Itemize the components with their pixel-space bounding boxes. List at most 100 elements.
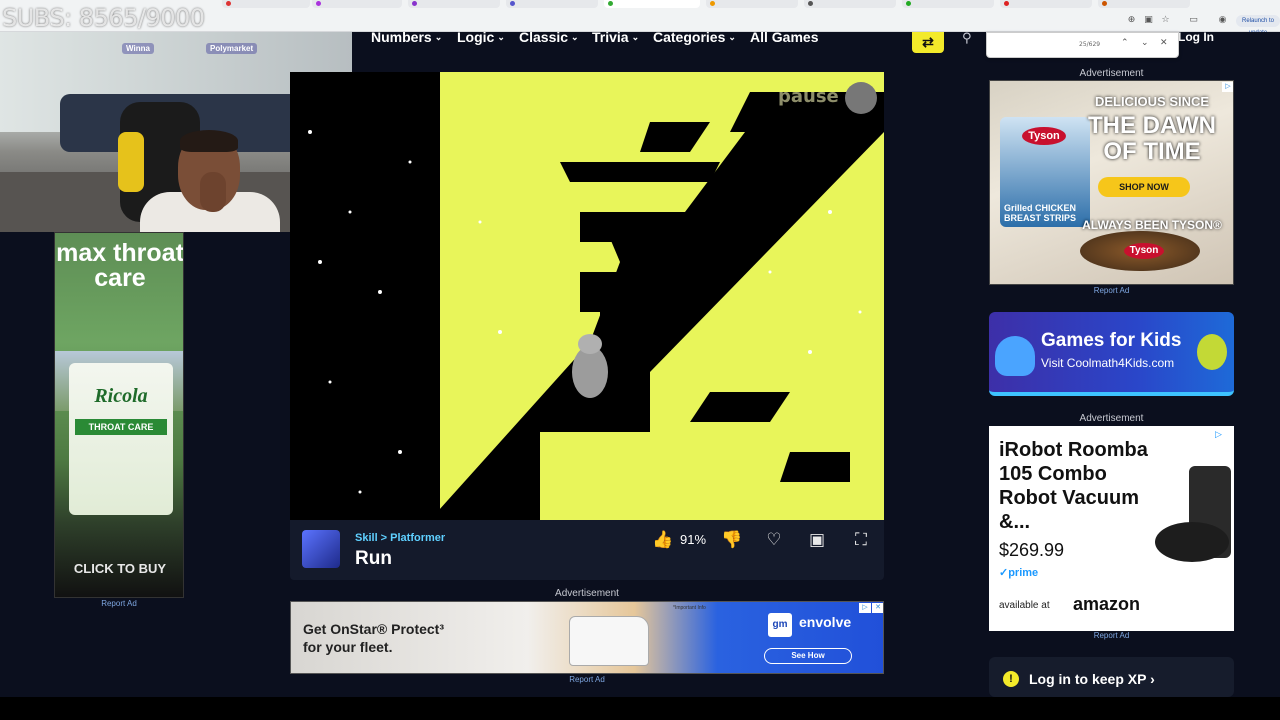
relaunch-button[interactable]: Relaunch to update — [1236, 15, 1280, 36]
theater-mode-icon[interactable]: ▣ — [806, 530, 828, 550]
webcam-person-hand — [200, 172, 226, 212]
find-bar[interactable]: 25/629 ⌃ ⌄ ✕ — [986, 32, 1179, 58]
coolmath4kids-banner[interactable]: Games for Kids Visit Coolmath4Kids.com — [989, 312, 1234, 396]
browser-tab[interactable] — [312, 0, 402, 8]
browser-tab[interactable] — [706, 0, 798, 8]
report-ad-link[interactable]: Report Ad — [989, 286, 1234, 295]
pause-button[interactable] — [845, 82, 877, 114]
prime-badge: ✓prime — [999, 567, 1039, 579]
adchoices-icon[interactable]: ▷ — [1222, 82, 1233, 92]
onstar-ad[interactable]: Get OnStar® Protect³ for your fleet. *Imp… — [290, 601, 884, 674]
nav-label: Trivia — [592, 29, 629, 45]
ad-info: *Important Info — [673, 605, 706, 611]
profile-icon[interactable]: ◉ — [1217, 15, 1228, 26]
adchoices-icon[interactable]: ▷ — [859, 603, 871, 613]
tyson-logo: Tyson — [1124, 243, 1164, 259]
fullscreen-icon[interactable]: ⛶ — [850, 530, 872, 550]
ad-label: Advertisement — [1079, 68, 1144, 79]
ad-product-label: THROAT CARE — [75, 419, 167, 435]
report-ad-link[interactable]: Report Ad — [989, 631, 1234, 640]
login-xp-text[interactable]: Log in to keep XP › — [1029, 671, 1155, 687]
browser-tab[interactable] — [804, 0, 896, 8]
banner-subtitle: Visit Coolmath4Kids.com — [1041, 356, 1175, 370]
nav-all-games[interactable]: All Games — [750, 29, 818, 45]
ad-robot-image — [1155, 522, 1229, 562]
screen: ⊕ ▣ ☆ ▭ ◉ Relaunch to update Numbers⌄ Lo… — [0, 0, 1280, 720]
octopus-mascot-icon — [995, 336, 1035, 376]
banner-title: Games for Kids — [1041, 330, 1182, 351]
ad-tagline: ALWAYS BEEN TYSON® — [1082, 218, 1222, 232]
ad-cta-button[interactable]: CLICK TO BUY — [55, 561, 183, 576]
heart-icon[interactable]: ♡ — [763, 530, 785, 550]
tyson-ad[interactable]: Tyson Grilled CHICKEN BREAST STRIPS DELI… — [989, 80, 1234, 285]
game-canvas[interactable] — [290, 72, 884, 520]
chevron-down-icon[interactable]: ⌄ — [1141, 38, 1149, 48]
game-title: Run — [355, 548, 392, 569]
bookmark-star-icon[interactable]: ☆ — [1160, 15, 1171, 26]
sponsor-logo-winna: Winna — [122, 43, 154, 54]
pause-label[interactable]: pause — [778, 86, 839, 107]
rating-percent: 91% — [680, 532, 707, 547]
ad-headline-small: DELICIOUS SINCE — [1094, 94, 1210, 109]
nav-label: Numbers — [371, 29, 432, 45]
ad-cta-button[interactable]: SHOP NOW — [1098, 177, 1190, 197]
browser-tab[interactable] — [902, 0, 994, 8]
alien-mascot-icon — [1197, 334, 1227, 370]
find-count: 25/629 — [1079, 41, 1101, 48]
ad-headline: THE DAWN OF TIME — [1088, 112, 1216, 165]
browser-tab[interactable] — [1000, 0, 1092, 8]
nav-label: Categories — [653, 29, 726, 45]
webcam-chair-accent — [118, 132, 144, 192]
zoom-icon[interactable]: ⊕ — [1126, 15, 1137, 26]
thumbs-up-icon[interactable]: 👍 — [652, 530, 674, 550]
roomba-ad[interactable]: iRobot Roomba 105 Combo Robot Vacuum &..… — [989, 426, 1234, 631]
alert-icon: ! — [1003, 671, 1019, 687]
ad-van-image — [569, 616, 649, 666]
nav-label: Classic — [519, 29, 569, 45]
thumbs-down-icon[interactable]: 👎 — [721, 530, 743, 550]
browser-tab-active[interactable] — [604, 0, 700, 8]
gm-logo: gm — [768, 613, 792, 637]
browser-tab[interactable] — [408, 0, 500, 8]
webcam-person-hair — [180, 130, 238, 152]
nav-trivia[interactable]: Trivia ⌄ — [592, 29, 639, 45]
chevron-up-icon[interactable]: ⌃ — [1121, 38, 1129, 48]
game-category-link[interactable]: Skill > Platformer — [355, 532, 445, 544]
chevron-down-icon: ⌄ — [631, 32, 640, 42]
ad-headline: max throat care — [56, 239, 184, 292]
tunnel-graphic — [290, 72, 884, 520]
login-link[interactable]: Log In — [1178, 30, 1214, 44]
ad-title: iRobot Roomba 105 Combo Robot Vacuum &..… — [999, 439, 1148, 533]
nav-logic[interactable]: Logic ⌄ — [457, 29, 505, 45]
chevron-down-icon: ⌄ — [434, 32, 443, 42]
tyson-logo: Tyson — [1022, 127, 1066, 145]
subs-counter: SUBS: 8565/9000 — [2, 4, 205, 32]
nav-numbers[interactable]: Numbers ⌄ — [371, 29, 442, 45]
ad-line-2: for your fleet. — [303, 639, 393, 655]
ricola-ad[interactable]: max throat care Ricola THROAT CARE CLICK… — [54, 232, 184, 598]
browser-tab[interactable] — [222, 0, 310, 8]
ad-label: Advertisement — [555, 588, 619, 599]
sidepanel-icon[interactable]: ▭ — [1188, 15, 1199, 26]
adchoices-icon[interactable]: ▷ — [1215, 429, 1222, 440]
browser-tab[interactable] — [1098, 0, 1190, 8]
close-icon[interactable]: ✕ — [1160, 38, 1168, 48]
game-thumbnail — [302, 530, 340, 568]
translate-icon[interactable]: ▣ — [1143, 15, 1154, 26]
nav-label: Logic — [457, 29, 495, 45]
search-icon[interactable]: ⚲ — [962, 31, 980, 47]
report-ad-link[interactable]: Report Ad — [54, 599, 184, 608]
shuffle-icon[interactable]: ⇄ — [912, 32, 944, 53]
chevron-down-icon: ⌄ — [497, 32, 505, 42]
ad-brand: envolve — [799, 614, 852, 630]
nav-categories[interactable]: Categories ⌄ — [653, 29, 736, 45]
ad-text: Get OnStar® Protect³ for your fleet. — [303, 620, 444, 656]
nav-classic[interactable]: Classic ⌄ — [519, 29, 579, 45]
close-ad-icon[interactable]: ✕ — [872, 603, 883, 613]
amazon-logo: amazon — [1073, 594, 1141, 614]
ad-cta-button[interactable]: See How — [764, 648, 852, 664]
chevron-down-icon: ⌄ — [571, 32, 579, 42]
report-ad-link[interactable]: Report Ad — [290, 675, 884, 684]
browser-tab[interactable] — [506, 0, 598, 8]
login-xp-banner[interactable]: ! Log in to keep XP › — [989, 657, 1234, 697]
